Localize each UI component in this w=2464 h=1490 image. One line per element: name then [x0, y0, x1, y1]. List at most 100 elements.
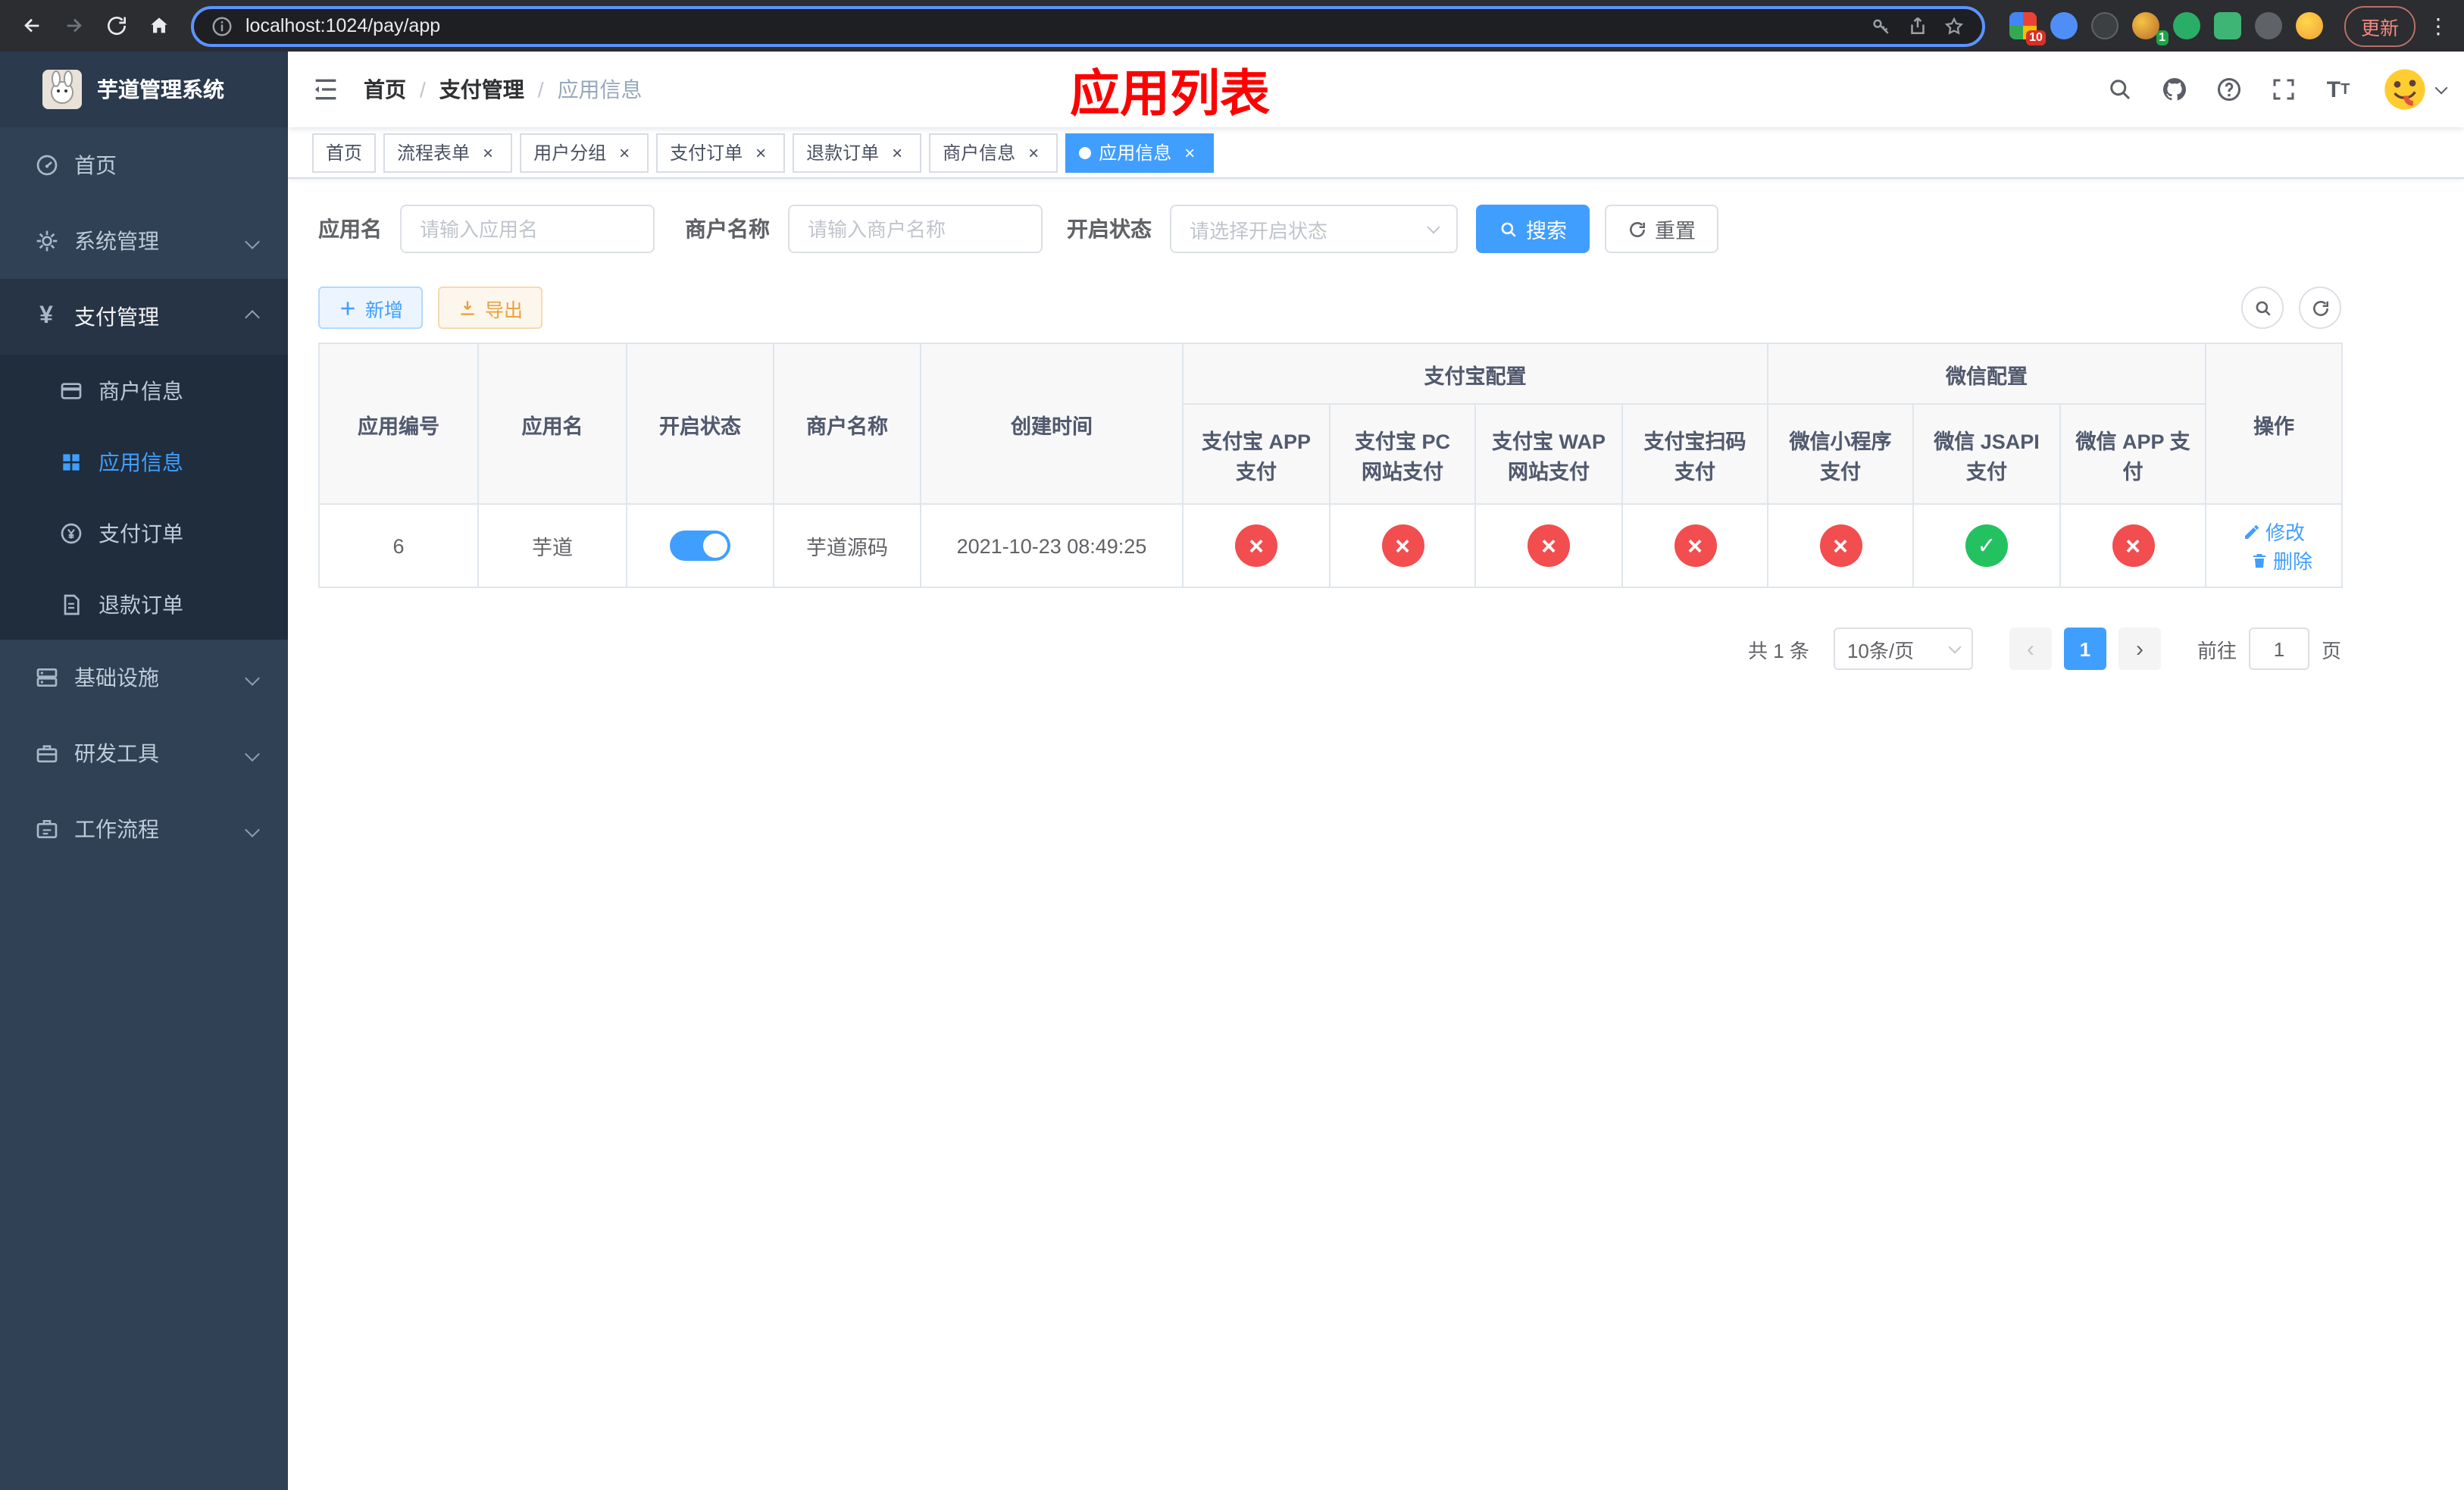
cell-wx-jsapi	[1912, 503, 2061, 588]
pencil-icon	[2245, 524, 2259, 538]
extension-emoji-icon[interactable]	[2295, 12, 2323, 39]
sidebar-item-label: 支付管理	[74, 305, 159, 329]
app-name-input[interactable]	[400, 205, 655, 253]
page-size-select[interactable]: 10条/页	[1833, 628, 1973, 670]
forward-button[interactable]	[55, 6, 94, 45]
sidebar-item-app-info[interactable]: 应用信息	[0, 426, 288, 497]
trash-icon	[2253, 553, 2266, 567]
sidebar-item-dev-tools[interactable]: 研发工具	[0, 715, 288, 791]
url-text[interactable]: localhost:1024/pay/app	[245, 15, 1858, 36]
url-bar[interactable]: localhost:1024/pay/app	[191, 5, 1985, 46]
close-icon[interactable]	[614, 142, 635, 163]
total-count: 共 1 条	[1748, 639, 1809, 662]
cell-alipay-app	[1182, 503, 1330, 588]
reload-button[interactable]	[97, 6, 136, 45]
status-select[interactable]: 请选择开启状态	[1170, 205, 1458, 253]
status-toggle[interactable]	[670, 531, 730, 561]
content-area: 首页 / 支付管理 / 应用信息 应用列表 T T 首页 流程表单 × 用户分组…	[288, 52, 2464, 1490]
app-table: 应用编号 应用名 开启状态 商户名称 创建时间 支付宝配置 微信配置 操作 支付…	[318, 343, 2344, 588]
app-logo[interactable]: 芋道管理系统	[0, 52, 288, 127]
hamburger-icon[interactable]	[288, 52, 364, 127]
delete-link[interactable]: 删除	[2250, 546, 2312, 574]
toggle-search-button[interactable]	[2241, 286, 2284, 329]
credit-card-icon	[58, 377, 83, 403]
browser-menu-icon[interactable]: ⋮	[2425, 13, 2452, 39]
font-size-icon[interactable]: TT	[2315, 67, 2361, 112]
breadcrumb-payment[interactable]: 支付管理	[439, 74, 524, 105]
close-icon[interactable]	[750, 142, 771, 163]
goto-prefix: 前往	[2197, 639, 2237, 662]
close-icon[interactable]	[477, 142, 499, 163]
tab-refund-orders[interactable]: 退款订单	[793, 133, 922, 172]
extension-wechat-icon[interactable]	[2172, 12, 2200, 39]
tab-payment-orders[interactable]: 支付订单	[656, 133, 786, 172]
add-button[interactable]: 新增	[318, 286, 424, 329]
disabled-icon	[1527, 524, 1570, 567]
extension-grid-icon[interactable]: 10	[2009, 12, 2046, 45]
col-wx-app: 微信 APP 支付	[2059, 403, 2207, 505]
sidebar-item-label: 应用信息	[98, 449, 183, 474]
sidebar-item-infrastructure[interactable]: 基础设施	[0, 640, 288, 715]
close-icon[interactable]	[886, 142, 908, 163]
search-form: 应用名 商户名称 开启状态 请选择开启状态 搜索	[318, 205, 2341, 253]
tab-app-info[interactable]: 应用信息	[1065, 133, 1215, 172]
search-button[interactable]: 搜索	[1476, 205, 1590, 253]
sidebar-item-merchant-info[interactable]: 商户信息	[0, 355, 288, 426]
tab-user-group[interactable]: 用户分组	[520, 133, 649, 172]
disabled-icon	[1674, 524, 1716, 567]
breadcrumb-home[interactable]: 首页	[364, 74, 406, 105]
sidebar-item-workflow[interactable]: 工作流程	[0, 791, 288, 867]
reset-button[interactable]: 重置	[1605, 205, 1718, 253]
extension-chat-icon[interactable]	[2213, 12, 2241, 39]
goto-page-input[interactable]	[2248, 628, 2309, 670]
cell-wx-app	[2059, 503, 2207, 588]
tags-view-bar: 首页 流程表单 用户分组 支付订单 退款订单	[288, 127, 2464, 179]
help-icon[interactable]	[2206, 67, 2252, 112]
export-button[interactable]: 导出	[438, 286, 543, 329]
sidebar-item-refund-orders[interactable]: 退款订单	[0, 568, 288, 640]
col-merchant: 商户名称	[773, 343, 921, 505]
tab-home[interactable]: 首页	[312, 133, 377, 172]
extension-dark-icon[interactable]	[2090, 12, 2118, 39]
site-info-icon[interactable]	[209, 14, 233, 38]
sidebar-item-home[interactable]: 首页	[0, 127, 288, 203]
extension-plugin-icon[interactable]	[2254, 12, 2282, 39]
grid-icon	[58, 449, 83, 474]
prev-page-button[interactable]: ‹	[2009, 628, 2052, 670]
sidebar-item-payment-orders[interactable]: 支付订单	[0, 497, 288, 568]
github-icon[interactable]	[2152, 67, 2197, 112]
password-key-icon[interactable]	[1870, 14, 1894, 38]
bookmark-star-icon[interactable]	[1943, 14, 1967, 38]
disabled-icon	[1819, 524, 1862, 567]
extension-avatar-icon[interactable]: 1	[2131, 12, 2169, 45]
page-number-button[interactable]: 1	[2063, 628, 2106, 670]
col-alipay-pc: 支付宝 PC 网站支付	[1329, 403, 1476, 505]
sidebar-item-system[interactable]: 系统管理	[0, 203, 288, 279]
share-icon[interactable]	[1906, 14, 1931, 38]
cell-app-name: 芋道	[477, 503, 627, 588]
merchant-name-input[interactable]	[788, 205, 1043, 253]
tab-process-form[interactable]: 流程表单	[383, 133, 513, 172]
tab-label: 流程表单	[397, 142, 471, 164]
server-icon	[33, 665, 59, 690]
close-icon[interactable]	[1023, 142, 1044, 163]
home-button[interactable]	[139, 6, 179, 45]
chrome-update-button[interactable]: 更新	[2344, 5, 2416, 46]
extension-drop-icon[interactable]	[2050, 12, 2078, 39]
refresh-table-button[interactable]	[2299, 286, 2341, 329]
back-button[interactable]	[12, 6, 52, 45]
extensions-area: 10 1	[2009, 12, 2323, 45]
extension-badge: 10	[2026, 30, 2046, 45]
close-icon[interactable]	[1179, 142, 1200, 163]
sidebar-item-payment[interactable]: ¥ 支付管理	[0, 279, 288, 355]
col-created: 创建时间	[920, 343, 1184, 505]
user-menu[interactable]	[2382, 67, 2448, 112]
cell-merchant: 芋道源码	[773, 503, 921, 588]
fullscreen-icon[interactable]	[2261, 67, 2306, 112]
search-icon[interactable]	[2097, 67, 2143, 112]
next-page-button[interactable]: ›	[2118, 628, 2161, 670]
cell-app-id: 6	[318, 503, 479, 588]
edit-link[interactable]: 修改	[2243, 517, 2305, 546]
tab-merchant-info[interactable]: 商户信息	[929, 133, 1058, 172]
goto-suffix: 页	[2321, 639, 2341, 662]
